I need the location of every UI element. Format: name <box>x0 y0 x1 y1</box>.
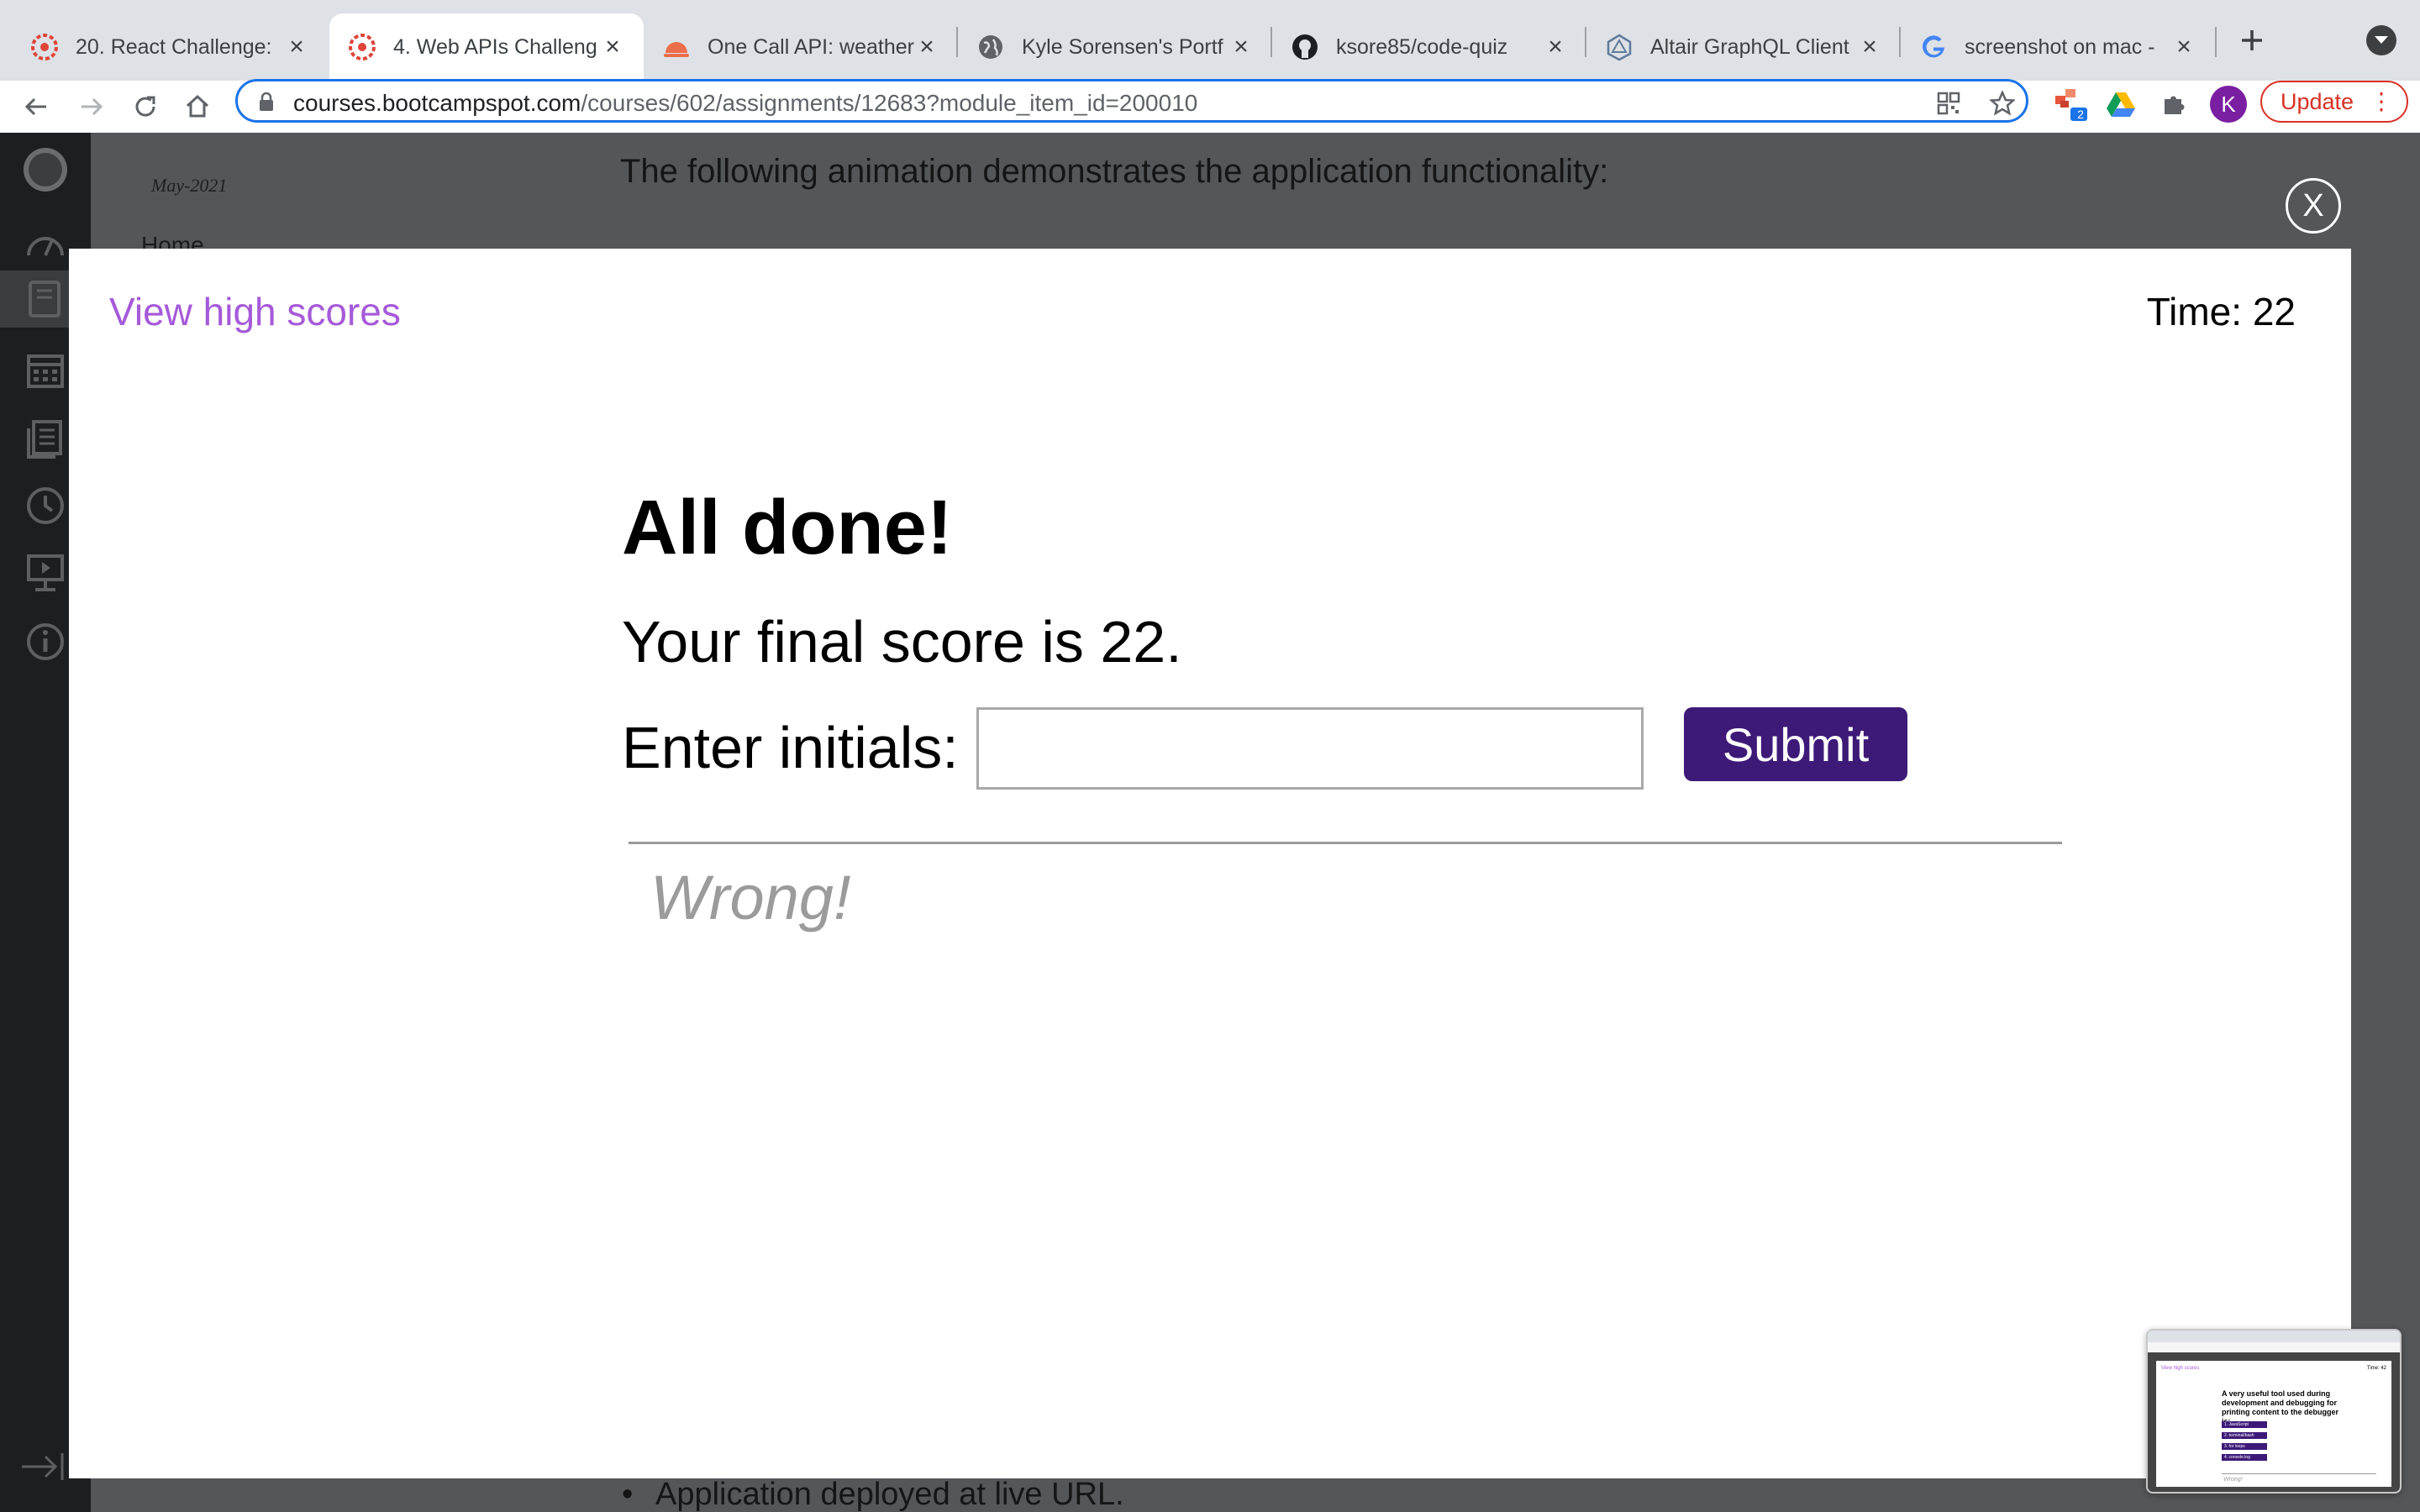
tab-title: 20. React Challenge: <box>76 34 272 59</box>
tab-title: 4. Web APIs Challeng <box>393 34 597 59</box>
qr-code-icon[interactable] <box>1935 90 1962 117</box>
close-tab-icon[interactable]: × <box>1543 34 1568 60</box>
tab-google-search[interactable]: screenshot on mac - × <box>1901 13 2215 81</box>
tab-github-code-quiz[interactable]: ksore85/code-quiz × <box>1272 13 1586 81</box>
tab-separator <box>956 27 958 57</box>
courses-icon[interactable] <box>22 276 69 323</box>
thumb-timer: Time: 42 <box>2366 1366 2386 1371</box>
results-title: All done! <box>622 485 953 570</box>
github-icon <box>1291 33 1319 61</box>
screenshot-preview-thumbnail[interactable]: View high scores Time: 42 A very useful … <box>2146 1329 2402 1494</box>
update-label: Update <box>2281 88 2354 114</box>
thumb-option: 3. for loops <box>2222 1443 2267 1450</box>
tab-altair-graphql[interactable]: Altair GraphQL Client × <box>1586 13 1901 81</box>
tab-react-challenge[interactable]: 20. React Challenge: × <box>12 13 328 81</box>
thumb-quiz-modal: View high scores Time: 42 A very useful … <box>2156 1361 2391 1487</box>
chevron-down-icon <box>2375 36 2388 44</box>
answer-feedback: Wrong! <box>650 863 851 932</box>
assignment-intro-text: The following animation demonstrates the… <box>620 153 1609 190</box>
home-icon <box>186 94 209 118</box>
tab-one-call-api[interactable]: One Call API: weather × <box>644 13 958 81</box>
back-button[interactable] <box>17 87 55 126</box>
thumb-option: 2. terminal/bash <box>2222 1432 2267 1439</box>
close-tab-icon[interactable]: × <box>1857 34 1882 60</box>
update-button[interactable]: Update ⋮ <box>2260 81 2408 123</box>
close-tab-icon[interactable]: × <box>284 34 309 60</box>
url-path: /courses/602/assignments/12683?module_it… <box>581 90 1198 116</box>
google-icon <box>1919 33 1948 61</box>
tab-separator <box>1270 27 1272 57</box>
dashboard-icon[interactable] <box>22 220 69 267</box>
globe-icon <box>976 33 1005 61</box>
quiz-timer: Time: 22 <box>2146 290 2296 333</box>
quiz-app-lightbox: View high scores Time: 22 All done! Your… <box>69 249 2351 1478</box>
thumb-option: 1. JavaScript <box>2222 1421 2267 1428</box>
studio-icon[interactable] <box>22 549 69 596</box>
thumb-feedback: Wrong! <box>2223 1477 2243 1483</box>
tab-title: ksore85/code-quiz <box>1336 34 1508 59</box>
thumb-divider <box>2222 1473 2376 1474</box>
collapse-nav-arrow-icon[interactable] <box>18 1452 66 1486</box>
lightbox-close-button[interactable]: X <box>2286 178 2341 234</box>
home-button[interactable] <box>178 87 217 126</box>
forward-button[interactable] <box>72 87 111 126</box>
address-bar[interactable]: courses.bootcampspot.com/courses/602/ass… <box>235 79 2028 123</box>
profile-avatar[interactable]: K <box>2210 86 2247 123</box>
extension-badge-button[interactable]: 2 <box>2052 86 2089 123</box>
cohort-label: May-2021 <box>151 175 228 196</box>
final-score-text: Your final score is 22. <box>622 609 1182 675</box>
canvas-icon <box>30 33 59 61</box>
close-tab-icon[interactable]: × <box>600 34 625 60</box>
thumb-tab-strip <box>2148 1331 2400 1342</box>
tab-strip: 20. React Challenge: × 4. Web APIs Chall… <box>0 0 2420 81</box>
bookmark-star-icon[interactable] <box>1989 90 2016 117</box>
url-domain: courses.bootcampspot.com <box>293 90 581 116</box>
arrow-right-icon <box>82 97 103 116</box>
extensions-puzzle-icon[interactable] <box>2156 86 2193 123</box>
plus-icon <box>2242 30 2262 50</box>
lock-icon <box>258 92 275 116</box>
avatar-icon[interactable] <box>22 146 69 193</box>
reload-button[interactable] <box>126 87 165 126</box>
new-tab-button[interactable] <box>2235 24 2269 57</box>
openweather-icon <box>662 33 691 61</box>
view-high-scores-link[interactable]: View high scores <box>109 289 401 334</box>
requirement-bullet: Application deployed at live URL. <box>622 1477 1124 1512</box>
tab-title: screenshot on mac - <box>1965 34 2155 59</box>
tab-separator <box>2215 27 2217 57</box>
help-info-icon[interactable] <box>22 618 69 665</box>
calendar-icon[interactable] <box>22 346 69 393</box>
submit-button[interactable]: Submit <box>1684 707 1907 781</box>
tab-separator <box>1585 27 1586 57</box>
arrow-left-icon <box>24 97 46 116</box>
extension-badge-count: 2 <box>2077 108 2084 121</box>
history-clock-icon[interactable] <box>22 482 69 529</box>
altair-icon <box>1605 33 1634 61</box>
close-tab-icon[interactable]: × <box>1228 34 1254 60</box>
close-tab-icon[interactable]: × <box>914 34 939 60</box>
thumb-toolbar <box>2148 1342 2400 1352</box>
reload-icon <box>135 96 155 117</box>
more-vert-icon: ⋮ <box>2370 88 2393 114</box>
tab-web-apis-challenge[interactable]: 4. Web APIs Challeng × <box>329 13 644 81</box>
thumb-view-high-scores: View high scores <box>2161 1366 2200 1371</box>
tab-search-button[interactable] <box>2366 25 2396 55</box>
tab-title: Altair GraphQL Client <box>1650 34 1849 59</box>
url-text: courses.bootcampspot.com/courses/602/ass… <box>293 90 1197 117</box>
tab-separator <box>1899 27 1901 57</box>
inbox-icon[interactable] <box>22 415 69 462</box>
thumb-option: 4. console.log <box>2222 1454 2267 1461</box>
google-drive-icon[interactable] <box>2102 86 2139 123</box>
tab-portfolio[interactable]: Kyle Sorensen's Portf × <box>958 13 1272 81</box>
tab-title: One Call API: weather <box>708 34 914 59</box>
close-tab-icon[interactable]: × <box>2171 34 2196 60</box>
tab-title: Kyle Sorensen's Portf <box>1022 34 1223 59</box>
initials-input[interactable] <box>976 707 1644 790</box>
canvas-icon <box>348 33 376 61</box>
initials-label: Enter initials: <box>622 715 959 780</box>
feedback-divider <box>629 842 2062 844</box>
